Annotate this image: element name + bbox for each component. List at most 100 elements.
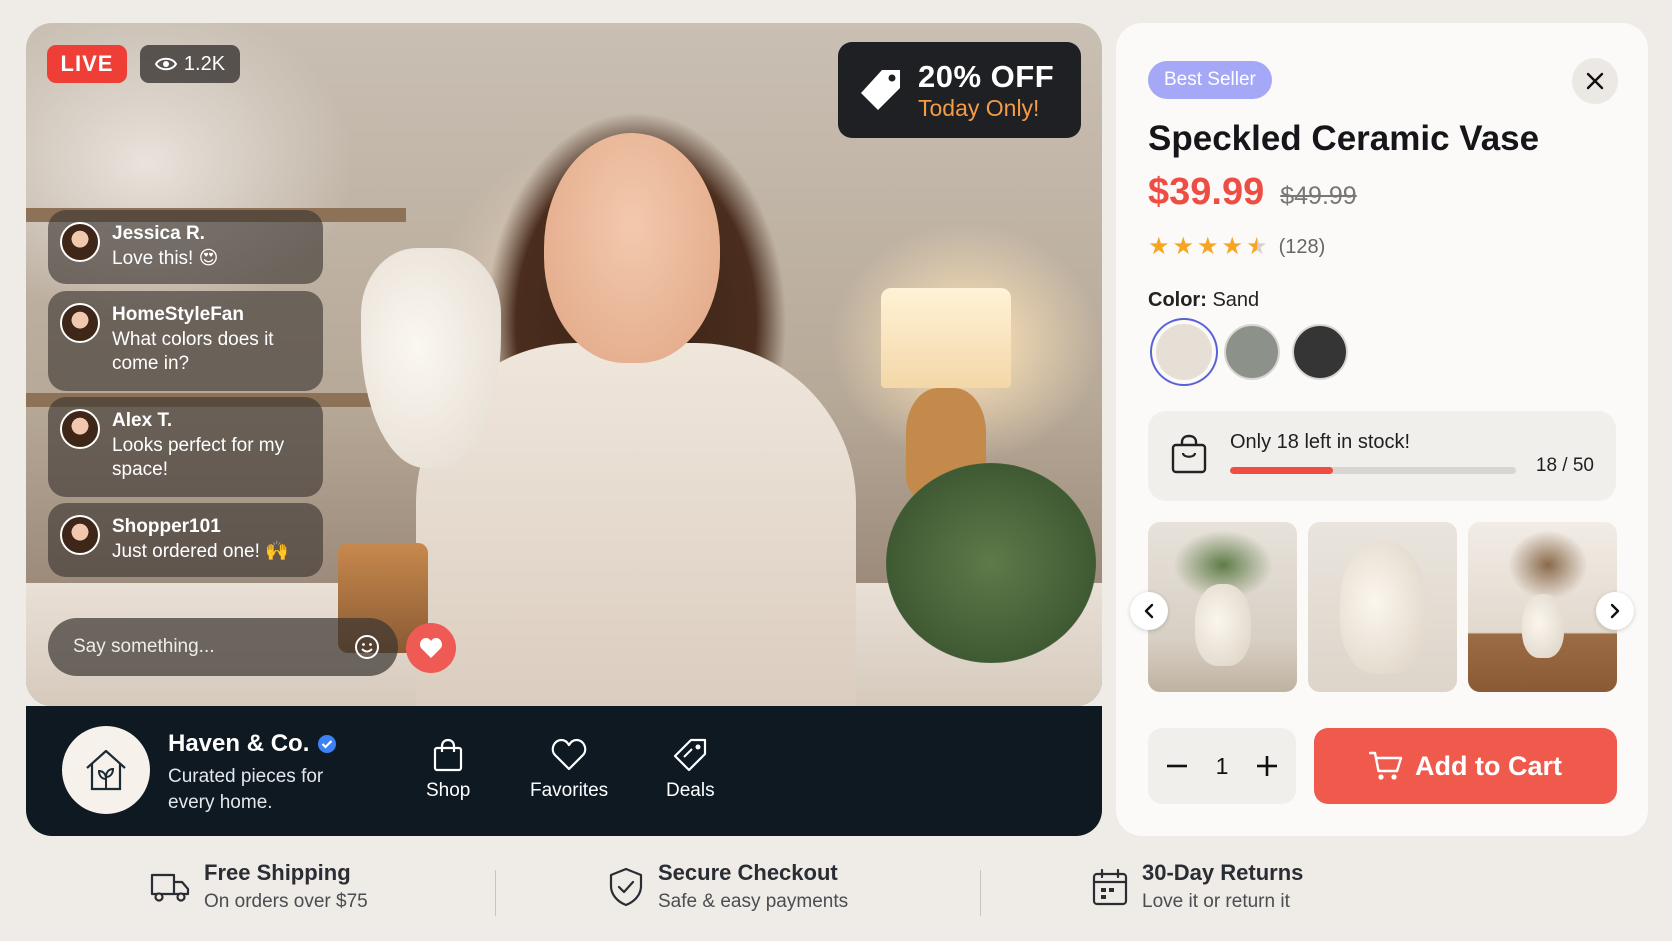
stock-progress xyxy=(1230,467,1516,474)
star-icon: ★ xyxy=(1221,233,1244,260)
close-button[interactable] xyxy=(1572,58,1618,104)
store-name[interactable]: Haven & Co. xyxy=(168,730,309,758)
rating[interactable]: ★ ★ ★ ★ ★ (128) xyxy=(1148,235,1325,259)
star-icon: ★ xyxy=(1197,233,1219,260)
promo-discount: 20% OFF xyxy=(918,58,1055,94)
viewer-count: 1.2K xyxy=(140,45,240,83)
add-to-cart-label: Add to Cart xyxy=(1415,750,1562,781)
calendar-icon xyxy=(1092,868,1128,905)
cart-icon xyxy=(1369,751,1403,780)
product-panel: Best Seller Speckled Ceramic Vase $39.99… xyxy=(1116,23,1648,836)
store-name-row: Haven & Co. xyxy=(168,730,337,758)
add-to-cart-button[interactable]: Add to Cart xyxy=(1314,728,1617,804)
product-thumbnail[interactable] xyxy=(1308,522,1457,692)
truck-icon xyxy=(150,873,190,902)
price-row: $39.99 $49.99 xyxy=(1148,171,1357,214)
chevron-right-icon xyxy=(1610,603,1620,619)
close-icon xyxy=(1586,72,1604,90)
chat-username: Jessica R. xyxy=(112,223,205,244)
tag-icon xyxy=(861,70,900,110)
feature-title: 30-Day Returns xyxy=(1142,860,1304,885)
chat-input-bar xyxy=(48,618,398,676)
thumbnails-prev-button[interactable] xyxy=(1130,592,1168,630)
avatar xyxy=(60,515,100,555)
chat-text: Just ordered one! 🙌 xyxy=(112,540,289,562)
nav-favorites[interactable]: Favorites xyxy=(530,738,608,802)
swatch-sand[interactable] xyxy=(1156,324,1212,380)
avatar xyxy=(60,409,100,449)
emoji-icon[interactable] xyxy=(354,634,380,660)
increase-quantity-button[interactable] xyxy=(1249,748,1285,784)
eye-icon xyxy=(154,57,177,71)
feature-title: Free Shipping xyxy=(204,860,351,885)
chat-username: Shopper101 xyxy=(112,516,221,537)
stock-progress-fill xyxy=(1230,467,1333,474)
color-label: Color: Sand xyxy=(1148,289,1259,312)
avatar xyxy=(60,303,100,343)
live-badge: LIVE xyxy=(47,45,127,83)
product-title: Speckled Ceramic Vase xyxy=(1148,119,1540,158)
star-icon: ★ xyxy=(1172,233,1195,260)
nav-deals[interactable]: Deals xyxy=(666,738,715,802)
chat-username: HomeStyleFan xyxy=(112,304,244,325)
stock-indicator: Only 18 left in stock! 18 / 50 xyxy=(1148,411,1616,501)
store-logo[interactable] xyxy=(62,726,150,814)
review-count: (128) xyxy=(1278,235,1326,258)
store-tagline: Curated pieces for every home. xyxy=(168,766,324,813)
tag-icon xyxy=(674,738,707,772)
like-button[interactable] xyxy=(406,623,456,673)
shield-check-icon xyxy=(609,867,643,906)
quantity-stepper: 1 xyxy=(1148,728,1296,804)
heart-icon xyxy=(551,738,587,771)
chat-message: HomeStyleFan What colors does it come in… xyxy=(48,291,323,391)
viewer-count-value: 1.2K xyxy=(183,52,226,75)
chat-text: Love this! 😍 xyxy=(112,247,219,269)
chat-message: Shopper101 Just ordered one! 🙌 xyxy=(48,503,323,577)
chat-text: What colors does it come in? xyxy=(112,328,274,375)
best-seller-badge: Best Seller xyxy=(1148,61,1272,99)
scene-plant xyxy=(886,463,1096,663)
minus-icon xyxy=(1166,764,1187,768)
chevron-left-icon xyxy=(1144,603,1154,619)
heart-icon xyxy=(419,638,443,658)
feature-subtitle: Love it or return it xyxy=(1142,890,1290,912)
chat-text: Looks perfect for my space! xyxy=(112,434,285,481)
sale-price: $39.99 xyxy=(1148,171,1265,213)
chat-message: Alex T. Looks perfect for my space! xyxy=(48,397,323,497)
feature-returns: 30-Day Returns Love it or return it xyxy=(1092,858,1303,915)
half-star-icon: ★ xyxy=(1246,233,1268,260)
promo-subtitle: Today Only! xyxy=(918,94,1040,121)
color-label-key: Color: xyxy=(1148,289,1207,311)
nav-shop-label: Shop xyxy=(426,780,471,801)
product-thumbnail[interactable] xyxy=(1148,522,1297,692)
divider xyxy=(495,870,496,916)
color-value: Sand xyxy=(1212,289,1260,311)
feature-secure-checkout: Secure Checkout Safe & easy payments xyxy=(608,858,848,915)
chat-input[interactable] xyxy=(73,636,354,658)
quantity-value[interactable]: 1 xyxy=(1216,753,1229,780)
shopping-bag-icon xyxy=(434,738,463,772)
stock-count: 18 / 50 xyxy=(1535,455,1594,476)
nav-deals-label: Deals xyxy=(666,780,715,801)
chat-message: Jessica R. Love this! 😍 xyxy=(48,210,323,284)
swatch-charcoal[interactable] xyxy=(1292,324,1348,380)
star-icon: ★ xyxy=(1148,233,1170,260)
feature-subtitle: Safe & easy payments xyxy=(658,890,849,912)
stock-message: Only 18 left in stock! xyxy=(1230,431,1411,453)
swatch-sage[interactable] xyxy=(1224,324,1280,380)
house-plant-icon xyxy=(86,749,126,791)
thumbnails-next-button[interactable] xyxy=(1596,592,1634,630)
nav-shop[interactable]: Shop xyxy=(426,738,470,802)
feature-title: Secure Checkout xyxy=(658,860,838,885)
chat-username: Alex T. xyxy=(112,410,173,431)
feature-free-shipping: Free Shipping On orders over $75 xyxy=(150,858,368,915)
divider xyxy=(980,870,981,916)
verified-icon xyxy=(318,735,337,753)
nav-favorites-label: Favorites xyxy=(530,780,609,801)
promo-banner: 20% OFF Today Only! xyxy=(838,42,1081,138)
original-price: $49.99 xyxy=(1280,182,1357,210)
shopping-bag-icon xyxy=(1171,434,1207,474)
scene-lamp xyxy=(881,288,1011,388)
decrease-quantity-button[interactable] xyxy=(1159,748,1195,784)
product-thumbnail[interactable] xyxy=(1468,522,1617,692)
